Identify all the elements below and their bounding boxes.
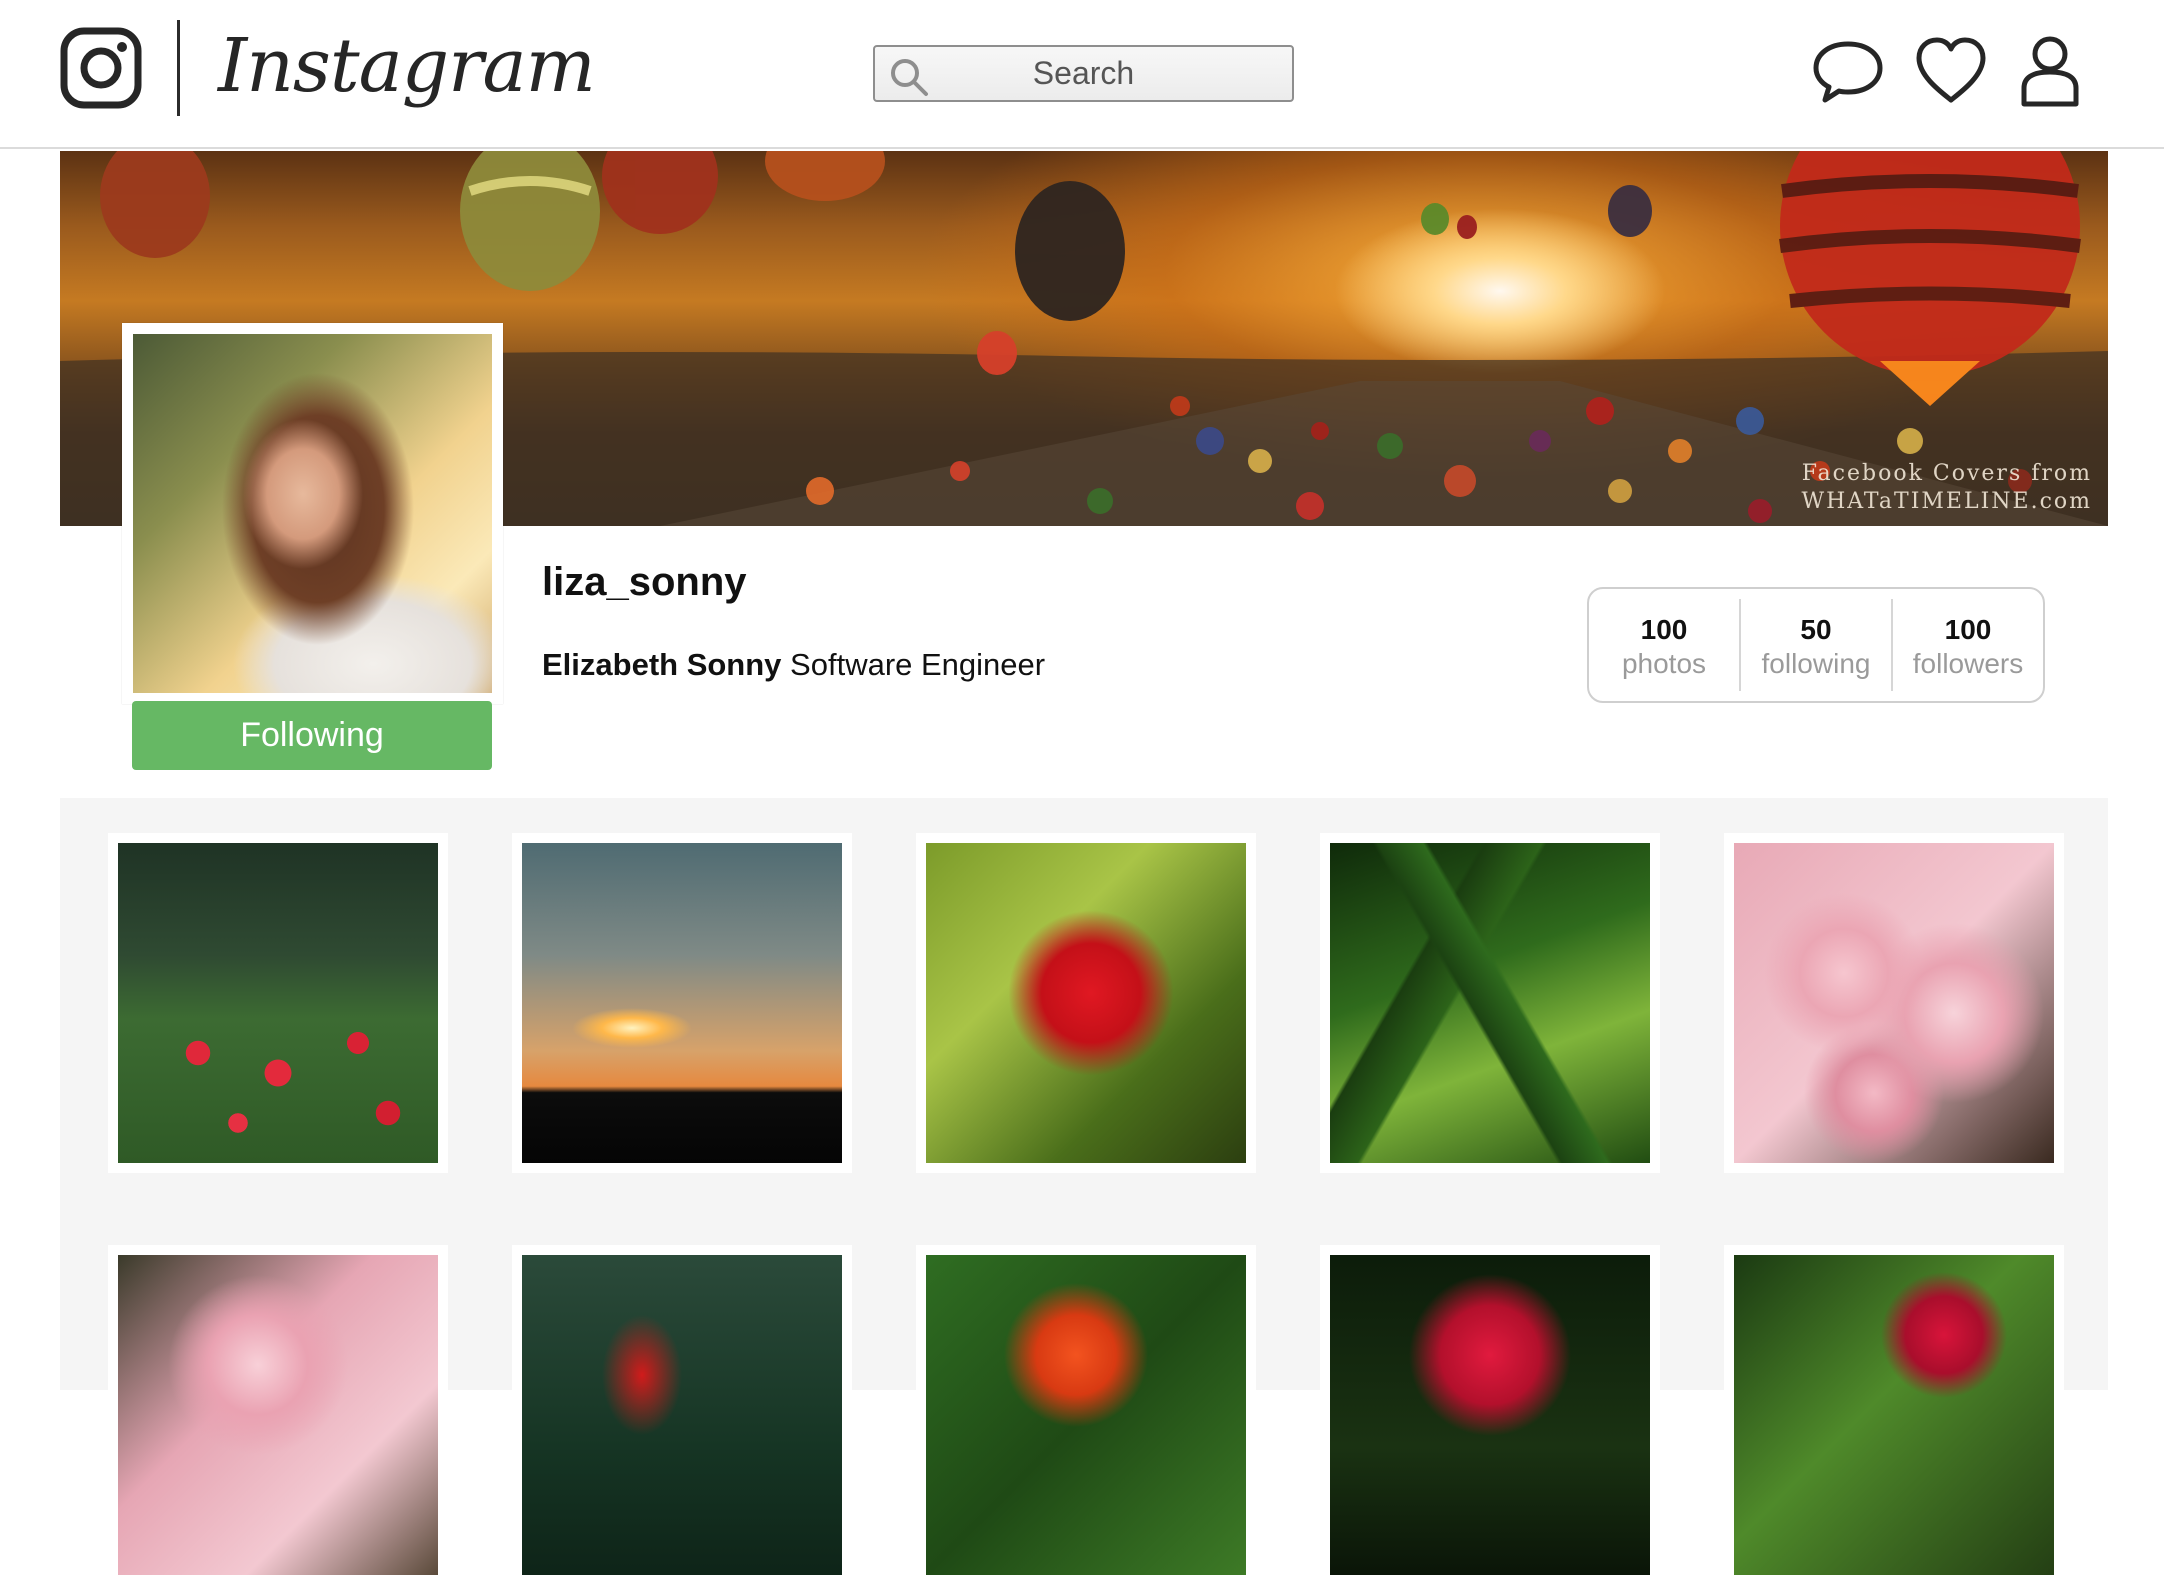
photo-red-ixora	[926, 843, 1246, 1163]
search-input[interactable]: Search	[873, 45, 1294, 102]
photo-red-bud	[522, 1255, 842, 1575]
photo-tile[interactable]	[916, 1245, 1256, 1585]
photo-orange-flower	[926, 1255, 1246, 1575]
heart-icon[interactable]	[1911, 30, 1991, 110]
username: liza_sonny	[542, 560, 747, 604]
full-name: Elizabeth Sonny	[542, 647, 782, 682]
photo-tile[interactable]	[916, 833, 1256, 1173]
profile-icon[interactable]	[2010, 30, 2090, 110]
photo-tile[interactable]	[512, 1245, 852, 1585]
photo-tile[interactable]	[1724, 1245, 2064, 1585]
stat-photos[interactable]: 100 photos	[1589, 589, 1739, 701]
top-navbar: Instagram Search	[0, 0, 2164, 149]
following-button[interactable]: Following	[132, 701, 492, 770]
photo-sunset-road	[522, 843, 842, 1163]
stat-followers-label: followers	[1912, 648, 2024, 679]
search-placeholder: Search	[1032, 55, 1135, 91]
cover-credit: Facebook Covers from WHATaTIMELINE.com	[1801, 460, 2092, 516]
photo-tile[interactable]	[108, 833, 448, 1173]
profile-stats: 100 photos 50 following 100 followers	[1587, 587, 2045, 703]
instagram-camera-icon[interactable]	[60, 27, 142, 109]
stat-followers-value: 100	[1944, 614, 1992, 645]
stat-photos-label: photos	[1621, 648, 1707, 679]
instagram-wordmark[interactable]: Instagram	[218, 18, 596, 114]
stat-following-label: following	[1761, 648, 1871, 679]
cover-credit-line1: Facebook Covers from	[1801, 461, 2092, 486]
stat-followers[interactable]: 100 followers	[1891, 599, 2043, 691]
logo-divider	[177, 20, 180, 116]
bio: Elizabeth Sonny Software Engineer	[542, 647, 1045, 683]
photo-green-leaves	[1330, 843, 1650, 1163]
photo-tile[interactable]	[1320, 833, 1660, 1173]
stat-following[interactable]: 50 following	[1739, 599, 1891, 691]
photo-pink-blossoms	[1734, 843, 2054, 1163]
photo-crimson-flower	[1330, 1255, 1650, 1575]
cover-credit-line2: WHATaTIMELINE.com	[1801, 489, 2092, 514]
bio-text: Software Engineer	[790, 647, 1046, 682]
photo-pink-blossoms-2	[118, 1255, 438, 1575]
photo-grid	[60, 798, 2108, 1585]
photo-tile[interactable]	[512, 833, 852, 1173]
photo-tile[interactable]	[1320, 1245, 1660, 1585]
photo-red-flower-bush	[118, 843, 438, 1163]
avatar-card	[122, 323, 503, 704]
avatar[interactable]	[133, 334, 492, 693]
stat-following-value: 50	[1800, 614, 1832, 645]
messages-icon[interactable]	[1808, 30, 1888, 110]
stat-photos-value: 100	[1640, 614, 1688, 645]
photo-tile[interactable]	[1724, 833, 2064, 1173]
photo-magenta-flower	[1734, 1255, 2054, 1575]
photo-tile[interactable]	[108, 1245, 448, 1585]
